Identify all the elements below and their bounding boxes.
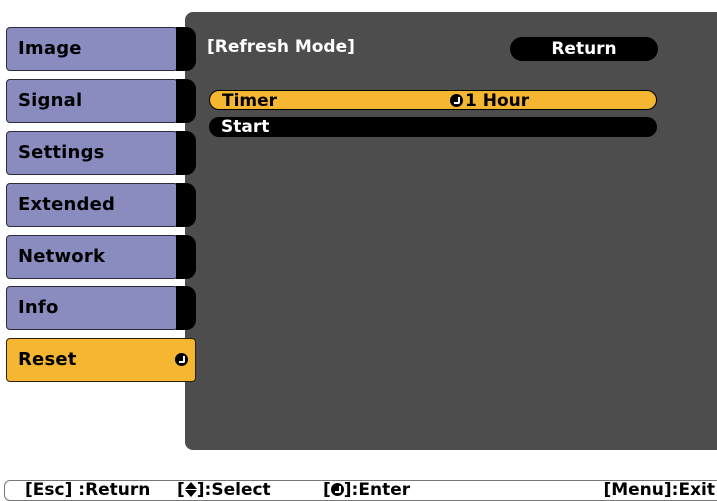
row-label: Timer: [222, 91, 278, 111]
sidebar-item-label: Extended: [18, 194, 116, 215]
enter-icon: [450, 94, 463, 107]
sidebar-item-label: Image: [18, 38, 82, 59]
sidebar-item-network[interactable]: Network: [6, 235, 196, 279]
sidebar-item-label: Info: [18, 297, 59, 318]
esc-hint: [Esc] :Return: [25, 480, 151, 500]
key-hint-bar: [Esc] :Return []:Select []:Enter [Menu]:…: [4, 480, 717, 501]
return-button[interactable]: Return: [510, 37, 658, 61]
sidebar-item-info[interactable]: Info: [6, 286, 196, 330]
enter-icon: [175, 353, 188, 366]
sidebar-item-extended[interactable]: Extended: [6, 183, 196, 227]
menu-row-start[interactable]: Start: [209, 117, 657, 137]
sidebar-item-label: Reset: [18, 349, 77, 370]
page-title: [Refresh Mode]: [207, 37, 355, 57]
up-down-arrow-icon: [184, 482, 197, 497]
sidebar-item-label: Network: [18, 246, 106, 267]
row-label: Start: [221, 117, 270, 137]
sidebar-item-reset[interactable]: Reset: [6, 338, 196, 382]
sidebar-item-image[interactable]: Image: [6, 27, 196, 71]
menu-panel: [185, 12, 717, 450]
sidebar-item-label: Signal: [18, 90, 83, 111]
sidebar-item-settings[interactable]: Settings: [6, 131, 196, 175]
row-value: 1 Hour: [450, 91, 529, 111]
enter-icon: [330, 483, 344, 496]
menu-hint: [Menu]:Exit: [603, 480, 715, 500]
menu-row-timer[interactable]: Timer 1 Hour: [209, 90, 657, 111]
select-hint: []:Select: [177, 480, 271, 500]
sidebar-item-label: Settings: [18, 142, 105, 163]
enter-hint: []:Enter: [323, 480, 411, 500]
sidebar-item-signal[interactable]: Signal: [6, 79, 196, 123]
